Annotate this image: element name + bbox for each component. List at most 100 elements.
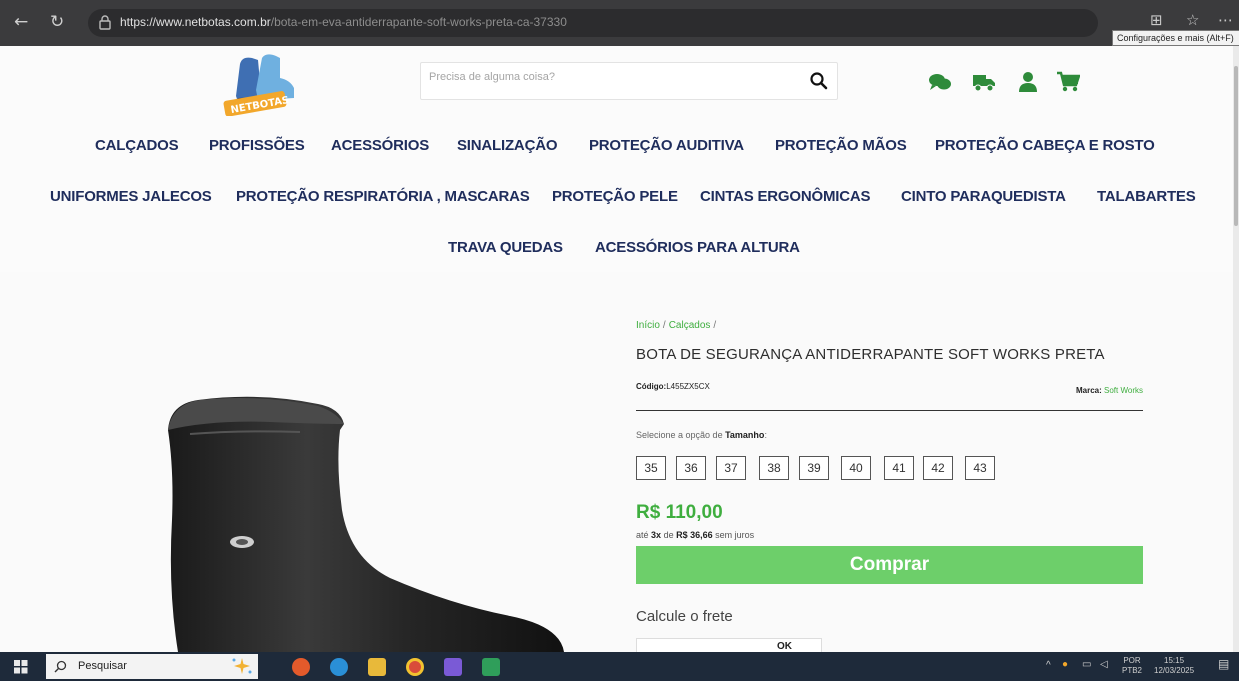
site-header: NETBOTAS <box>0 46 1239 122</box>
size-option-39[interactable]: 39 <box>799 456 829 480</box>
clock[interactable]: 15:15 12/03/2025 <box>1154 656 1194 676</box>
chat-icon[interactable] <box>928 71 952 93</box>
settings-tooltip: Configurações e mais (Alt+F) <box>1112 30 1239 46</box>
breadcrumb: Início / Calçados / <box>636 320 719 331</box>
teams-icon[interactable] <box>444 658 462 676</box>
windows-start-icon[interactable] <box>14 660 28 674</box>
breadcrumb-inicio[interactable]: Início <box>636 320 660 331</box>
chrome-icon[interactable] <box>406 658 424 676</box>
size-prompt-bold: Tamanho <box>725 430 765 440</box>
tray-chevron-icon[interactable]: ^ <box>1046 661 1051 671</box>
network-icon[interactable]: ▭ <box>1082 660 1091 670</box>
back-arrow-icon[interactable]: ← <box>14 12 28 32</box>
inst-mid: de <box>663 530 674 540</box>
url-host: https://www.netbotas.com.br <box>120 15 271 29</box>
category-row-2: UNIFORMES JALECOS PROTEÇÃO RESPIRATÓRIA … <box>0 188 1239 216</box>
sparkle-icon <box>232 658 252 674</box>
product-code-value: L455ZX5CX <box>666 382 710 391</box>
installments-info: até 3x de R$ 36,66 sem juros <box>636 530 754 540</box>
notifications-icon[interactable]: ▤ <box>1218 658 1229 670</box>
product-price: R$ 110,00 <box>636 502 723 523</box>
category-sinalizacao[interactable]: SINALIZAÇÃO <box>457 137 557 154</box>
size-option-36[interactable]: 36 <box>676 456 706 480</box>
product-brand-label: Marca: <box>1075 386 1102 395</box>
search-input[interactable] <box>429 71 789 83</box>
size-option-38[interactable]: 38 <box>759 456 789 480</box>
netbotas-logo[interactable]: NETBOTAS <box>218 52 304 116</box>
url-text: https://www.netbotas.com.br/bota-em-eva-… <box>120 15 567 29</box>
category-trava-quedas[interactable]: TRAVA QUEDAS <box>448 239 563 256</box>
category-talabartes[interactable]: TALABARTES <box>1097 188 1196 205</box>
language-indicator[interactable]: POR PTB2 <box>1122 656 1142 676</box>
size-prompt: Selecione a opção de Tamanho: <box>636 430 767 440</box>
category-protecao-respiratoria[interactable]: PROTEÇÃO RESPIRATÓRIA , MASCARAS <box>236 188 530 205</box>
buy-button[interactable]: Comprar <box>636 546 1143 584</box>
size-option-41[interactable]: 41 <box>884 456 914 480</box>
windows-taskbar: Pesquisar ^ ● ▭ ◁ POR PTB2 15:15 12/03/202… <box>0 652 1239 681</box>
product-brand: Marca: Soft Works <box>1076 386 1143 395</box>
favorite-star-icon[interactable]: ☆ <box>1186 11 1199 29</box>
search-box[interactable] <box>420 62 838 100</box>
inst-count: 3x <box>651 530 662 540</box>
size-option-40[interactable]: 40 <box>841 456 871 480</box>
read-aloud-icon[interactable]: ⊞ <box>1150 11 1163 29</box>
shipping-title: Calcule o frete <box>636 608 733 625</box>
lock-icon <box>99 15 111 30</box>
category-protecao-maos[interactable]: PROTEÇÃO MÃOS <box>775 137 907 154</box>
user-icon[interactable] <box>1016 71 1040 93</box>
size-prompt-text: Selecione a opção de <box>636 430 723 440</box>
weather-icon[interactable]: ● <box>1062 660 1068 670</box>
product-code: Código:L455ZX5CX <box>636 382 710 391</box>
size-option-35[interactable]: 35 <box>636 456 666 480</box>
inst-value: R$ 36,66 <box>676 530 713 540</box>
size-option-43[interactable]: 43 <box>965 456 995 480</box>
inst-prefix: até <box>636 530 649 540</box>
shipping-ok-button[interactable]: OK <box>777 641 792 652</box>
category-protecao-auditiva[interactable]: PROTEÇÃO AUDITIVA <box>589 137 744 154</box>
cart-icon[interactable] <box>1056 71 1080 93</box>
edge-icon[interactable] <box>330 658 348 676</box>
product-title: BOTA DE SEGURANÇA ANTIDERRAPANTE SOFT WO… <box>636 346 1105 363</box>
search-icon[interactable] <box>809 71 829 91</box>
size-option-42[interactable]: 42 <box>923 456 953 480</box>
breadcrumb-calcados[interactable]: Calçados <box>669 320 711 331</box>
breadcrumb-separator: / <box>713 320 717 331</box>
product-boot-image[interactable] <box>150 390 580 652</box>
taskbar-search-icon <box>54 660 67 673</box>
keyboard-layout: PTB2 <box>1122 666 1143 675</box>
scroll-thumb[interactable] <box>1234 66 1238 226</box>
category-acessorios-altura[interactable]: ACESSÓRIOS PARA ALTURA <box>595 239 800 256</box>
category-cintas-ergonomicas[interactable]: CINTAS ERGONÔMICAS <box>700 188 870 205</box>
address-bar[interactable]: https://www.netbotas.com.br/bota-em-eva-… <box>88 9 1098 37</box>
category-cinto-paraquedista[interactable]: CINTO PARAQUEDISTA <box>901 188 1066 205</box>
firefox-icon[interactable] <box>292 658 310 676</box>
language-code: POR <box>1123 656 1141 665</box>
truck-icon[interactable] <box>972 71 996 93</box>
category-row-1: CALÇADOS PROFISSÕES ACESSÓRIOS SINALIZAÇ… <box>0 137 1239 165</box>
taskbar-search-label: Pesquisar <box>78 660 127 672</box>
shipping-cep-input[interactable] <box>643 641 753 651</box>
more-options-icon[interactable]: ⋯ <box>1218 11 1233 29</box>
browser-toolbar: ← ↻ https://www.netbotas.com.br/bota-em-… <box>0 0 1239 46</box>
refresh-icon[interactable]: ↻ <box>50 12 64 32</box>
page-scrollbar[interactable] <box>1233 46 1239 652</box>
size-option-37[interactable]: 37 <box>716 456 746 480</box>
excel-icon[interactable] <box>482 658 500 676</box>
file-explorer-icon[interactable] <box>368 658 386 676</box>
divider <box>636 410 1143 411</box>
category-uniformes-jalecos[interactable]: UNIFORMES JALECOS <box>50 188 212 205</box>
product-brand-link[interactable]: Soft Works <box>1104 386 1143 395</box>
taskbar-search[interactable]: Pesquisar <box>46 654 258 679</box>
category-acessorios[interactable]: ACESSÓRIOS <box>331 137 429 154</box>
category-protecao-cabeca-rosto[interactable]: PROTEÇÃO CABEÇA E ROSTO <box>935 137 1155 154</box>
clock-date: 12/03/2025 <box>1154 666 1195 675</box>
volume-icon[interactable]: ◁ <box>1100 660 1108 670</box>
product-code-label: Código: <box>636 382 667 391</box>
category-calcados[interactable]: CALÇADOS <box>95 137 179 154</box>
url-path: /bota-em-eva-antiderrapante-soft-works-p… <box>270 15 567 29</box>
category-profissoes[interactable]: PROFISSÕES <box>209 137 305 154</box>
inst-suffix: sem juros <box>715 530 755 540</box>
category-row-3: TRAVA QUEDAS ACESSÓRIOS PARA ALTURA <box>0 239 1239 267</box>
category-protecao-pele[interactable]: PROTEÇÃO PELE <box>552 188 678 205</box>
category-nav: CALÇADOS PROFISSÕES ACESSÓRIOS SINALIZAÇ… <box>0 122 1239 272</box>
